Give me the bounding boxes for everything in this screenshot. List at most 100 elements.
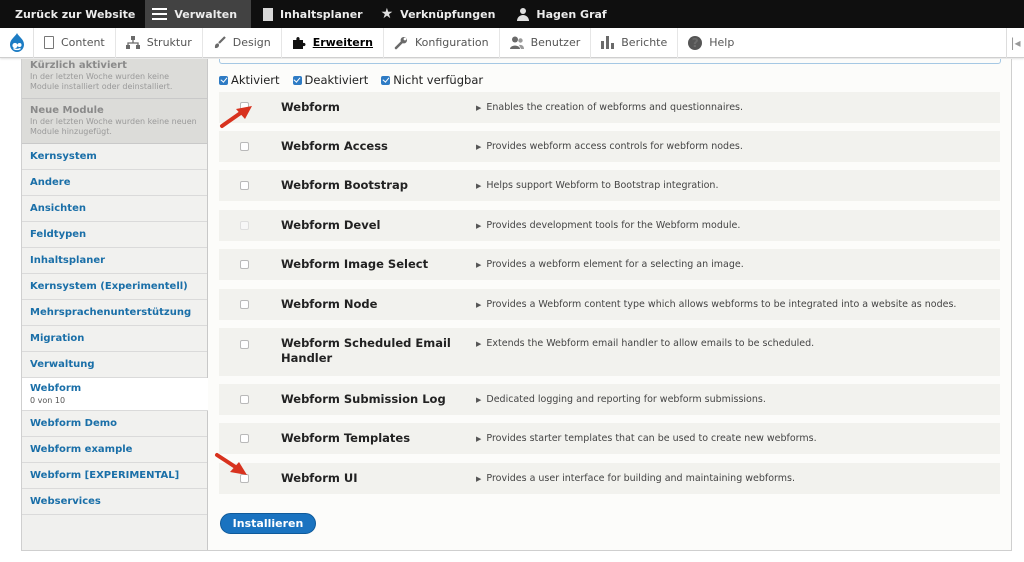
sidebar-item-views[interactable]: Ansichten [22, 196, 207, 222]
module-name: Webform Submission Log [281, 392, 446, 406]
admin-toolbar: Zurück zur Website Verwalten Inhaltsplan… [0, 0, 1024, 28]
module-description[interactable]: ▶ Extends the Webform email handler to al… [476, 338, 814, 349]
module-checkbox[interactable] [240, 181, 249, 190]
new-modules-box: Neue Module In der letzten Woche wurden … [22, 99, 207, 144]
module-row-webform-ui: Webform UI ▶ Provides a user interface fo… [219, 463, 1000, 494]
module-checkbox[interactable] [240, 142, 249, 151]
sidebar-item-webform-experimental[interactable]: Webform [EXPERIMENTAL] [22, 463, 207, 489]
module-description[interactable]: ▶ Provides development tools for the Webf… [476, 220, 740, 231]
tray-orientation-toggle[interactable]: |◂ [1006, 28, 1024, 58]
drupal-logo-icon[interactable] [0, 27, 34, 58]
checkbox-checked[interactable] [381, 75, 391, 85]
tray-item-design[interactable]: Design [203, 27, 282, 58]
sidebar-item-count: 0 von 10 [30, 396, 66, 405]
tray-item-people[interactable]: Benutzer [500, 27, 592, 58]
filter-label: Nicht verfügbar [393, 73, 484, 87]
sidebar-item-webform[interactable]: Webform 0 von 10 [22, 378, 208, 411]
menu-icon [152, 8, 168, 20]
module-description[interactable]: ▶ Provides webform access controls for we… [476, 141, 743, 152]
status-filters: Aktiviert Deaktiviert Nicht verfügbar [219, 73, 496, 87]
module-description-text: Extends the Webform email handler to all… [486, 338, 815, 349]
tray-label: Struktur [146, 36, 192, 49]
sidebar-item-core-experimental[interactable]: Kernsystem (Experimentell) [22, 274, 207, 300]
module-description[interactable]: ▶ Provides a webform element for a select… [476, 259, 744, 270]
wrench-icon [394, 36, 408, 49]
sidebar-item-administration[interactable]: Verwaltung [22, 352, 207, 378]
annotation-arrow-icon [215, 453, 247, 475]
sidebar-item-webform-demo[interactable]: Webform Demo [22, 411, 207, 437]
content-planner-tab[interactable]: Inhaltsplaner [251, 0, 373, 28]
filter-enabled[interactable]: Aktiviert [219, 73, 280, 87]
sitemap-icon [125, 36, 140, 49]
sidebar-item-migration[interactable]: Migration [22, 326, 207, 352]
module-row-webform-bootstrap: Webform Bootstrap ▶ Helps support Webform… [219, 170, 1000, 201]
module-checkbox[interactable] [240, 434, 249, 443]
module-checkbox[interactable] [240, 395, 249, 404]
expand-triangle-icon: ▶ [476, 143, 482, 151]
chevron-left-icon: |◂ [1010, 36, 1021, 50]
user-icon [517, 7, 530, 21]
sidebar-item-content-planner[interactable]: Inhaltsplaner [22, 248, 207, 274]
document-icon [263, 7, 274, 21]
manage-label: Verwalten [174, 7, 238, 21]
module-description-text: Provides a user interface for building a… [486, 473, 796, 484]
expand-triangle-icon: ▶ [476, 396, 482, 404]
module-description[interactable]: ▶ Provides a user interface for building … [476, 473, 795, 484]
module-checkbox[interactable] [240, 340, 249, 349]
tray-label: Konfiguration [415, 36, 489, 49]
module-description-text: Helps support Webform to Bootstrap integ… [486, 180, 719, 191]
tray-item-extend[interactable]: Erweitern [282, 27, 385, 58]
module-description[interactable]: ▶ Provides a Webform content type which a… [476, 299, 956, 310]
tray-item-structure[interactable]: Struktur [116, 27, 203, 58]
expand-triangle-icon: ▶ [476, 340, 482, 348]
manage-tab[interactable]: Verwalten [145, 0, 252, 28]
tray-item-configuration[interactable]: Konfiguration [384, 27, 500, 58]
sidebar-item-field-types[interactable]: Feldtypen [22, 222, 207, 248]
module-category-sidebar: Kürzlich aktiviert In der letzten Woche … [22, 59, 208, 550]
sidebar-item-webform-example[interactable]: Webform example [22, 437, 207, 463]
module-description-text: Provides a webform element for a selecti… [486, 259, 744, 270]
module-checkbox-disabled [240, 221, 249, 230]
module-name: Webform Bootstrap [281, 178, 408, 192]
module-row-webform-image-select: Webform Image Select ▶ Provides a webform… [219, 249, 1000, 280]
module-description[interactable]: ▶ Enables the creation of webforms and qu… [476, 102, 743, 113]
back-to-site-link[interactable]: Zurück zur Website [0, 0, 145, 28]
sidebar-item-multilingual[interactable]: Mehrsprachenunterstützung [22, 300, 207, 326]
expand-triangle-icon: ▶ [476, 182, 482, 190]
expand-triangle-icon: ▶ [476, 104, 482, 112]
module-checkbox[interactable] [240, 260, 249, 269]
shortcuts-label: Verknüpfungen [400, 7, 496, 21]
install-button[interactable]: Installieren [220, 513, 316, 534]
module-checkbox[interactable] [240, 300, 249, 309]
star-icon: ★ [380, 6, 394, 22]
module-row-webform-access: Webform Access ▶ Provides webform access … [219, 131, 1000, 162]
sidebar-item-other[interactable]: Andere [22, 170, 207, 196]
module-list-page: Kürzlich aktiviert In der letzten Woche … [21, 59, 1012, 551]
recently-enabled-title: Kürzlich aktiviert [30, 60, 127, 71]
tray-item-reports[interactable]: Berichte [591, 27, 679, 58]
paintbrush-icon [214, 36, 226, 49]
tray-label: Erweitern [312, 36, 374, 49]
module-description[interactable]: ▶ Provides starter templates that can be … [476, 433, 817, 444]
tray-label: Content [61, 36, 105, 49]
sidebar-item-webservices[interactable]: Webservices [22, 489, 207, 515]
filter-box-edge [219, 59, 1001, 64]
file-icon [44, 36, 54, 49]
tray-item-content[interactable]: Content [34, 27, 116, 58]
checkbox-checked[interactable] [292, 75, 302, 85]
module-name: Webform UI [281, 471, 358, 485]
module-row-webform-templates: Webform Templates ▶ Provides starter temp… [219, 423, 1000, 454]
module-description-text: Provides development tools for the Webfo… [486, 220, 741, 231]
sidebar-item-core[interactable]: Kernsystem [22, 144, 207, 170]
people-icon [509, 36, 524, 49]
module-description[interactable]: ▶ Helps support Webform to Bootstrap inte… [476, 180, 718, 191]
tray-item-help[interactable]: ? Help [678, 28, 744, 58]
user-tab[interactable]: Hagen Graf [505, 0, 616, 28]
filter-disabled[interactable]: Deaktiviert [292, 73, 368, 87]
module-description-text: Provides starter templates that can be u… [486, 433, 817, 444]
shortcuts-tab[interactable]: ★ Verknüpfungen [373, 0, 506, 28]
checkbox-checked[interactable] [219, 75, 228, 85]
module-description[interactable]: ▶ Dedicated logging and reporting for web… [476, 394, 766, 405]
filter-unavailable[interactable]: Nicht verfügbar [381, 73, 483, 87]
bar-chart-icon [601, 36, 615, 49]
